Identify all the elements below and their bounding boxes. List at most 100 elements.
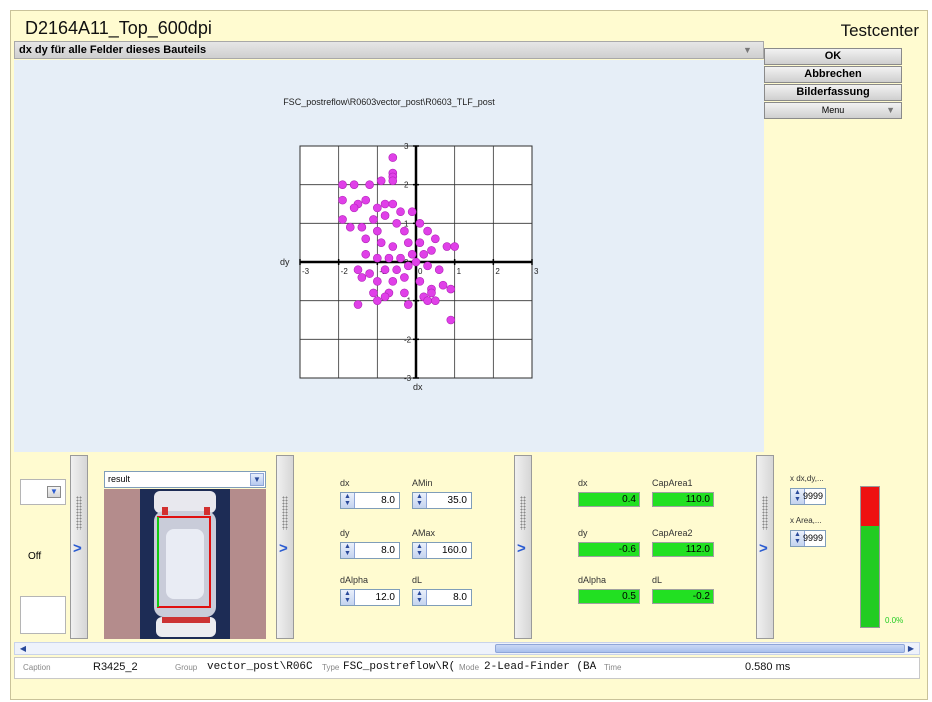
- result-dy-value: -0.6: [578, 542, 640, 557]
- data-point: [423, 296, 432, 305]
- amin-label: AMin: [412, 478, 433, 488]
- data-point: [403, 300, 413, 309]
- data-point: [388, 277, 398, 286]
- horizontal-scrollbar[interactable]: ◀ ▶: [14, 642, 920, 655]
- splitter-grip-icon: [762, 496, 768, 530]
- dy-label: dy: [340, 528, 350, 538]
- app-name: Testcenter: [840, 21, 919, 40]
- expand-icon[interactable]: >: [517, 540, 526, 557]
- expand-icon[interactable]: >: [279, 540, 288, 557]
- stepper-arrows-icon[interactable]: ▲ ▼: [341, 590, 355, 605]
- image-panel: result ▼: [104, 471, 266, 639]
- ok-button[interactable]: OK: [764, 48, 902, 65]
- parameter-panel: dx ▲ ▼ 8.0 AMin ▲ ▼ 35.0 dy ▲ ▼ 8.0 AMax ▲ ▼ 160…: [306, 464, 510, 634]
- data-point: [353, 300, 363, 309]
- dx-stepper[interactable]: ▲ ▼ 8.0: [340, 492, 400, 509]
- expand-icon[interactable]: >: [73, 540, 82, 557]
- data-point: [407, 249, 417, 259]
- data-point: [400, 288, 409, 298]
- data-point: [434, 265, 444, 275]
- mode-value: 2-Lead-Finder (BA: [484, 661, 597, 673]
- dx-label: dx: [340, 478, 350, 488]
- stepper-arrows-icon[interactable]: ▲ ▼: [413, 493, 427, 508]
- time-label: Time: [604, 663, 622, 672]
- data-point: [423, 226, 432, 236]
- bottom-panel: ▼ Off > result ▼ > dx ▲ ▼ 8.0 AMin ▲ ▼ 3…: [14, 452, 920, 642]
- left-stub-select[interactable]: ▼: [20, 479, 66, 505]
- xarea-stepper[interactable]: ▲ ▼ 9999: [790, 530, 826, 547]
- scroll-thumb[interactable]: [495, 644, 905, 653]
- data-point: [403, 238, 413, 247]
- y-tick-label: 2: [404, 181, 409, 190]
- splitter-1[interactable]: >: [70, 455, 88, 639]
- quality-bar: [860, 486, 880, 628]
- type-label: Type: [322, 663, 340, 672]
- dy-stepper[interactable]: ▲ ▼ 8.0: [340, 542, 400, 559]
- group-value: vector_post\R06C: [207, 661, 313, 673]
- stepper-arrows-icon[interactable]: ▲ ▼: [341, 493, 355, 508]
- data-point: [411, 257, 421, 267]
- chevron-down-icon[interactable]: ▼: [250, 473, 264, 486]
- image-selector[interactable]: result ▼: [104, 471, 266, 488]
- capture-button[interactable]: Bilderfassung: [764, 84, 902, 101]
- data-point: [438, 280, 448, 290]
- menu-button[interactable]: Menu ▼: [764, 102, 902, 119]
- data-point: [361, 195, 371, 205]
- stepper-arrows-icon[interactable]: ▲ ▼: [413, 590, 427, 605]
- data-point: [373, 203, 382, 213]
- x-tick-label: 1: [457, 267, 462, 276]
- amax-stepper[interactable]: ▲ ▼ 160.0: [412, 542, 472, 559]
- data-point: [423, 261, 432, 271]
- xdxdy-stepper[interactable]: ▲ ▼ 9999: [790, 488, 826, 505]
- stepper-arrows-icon[interactable]: ▲ ▼: [413, 543, 427, 558]
- time-value: 0.580 ms: [745, 661, 791, 673]
- data-point: [338, 195, 347, 205]
- result-dalpha-label: dAlpha: [578, 575, 607, 585]
- splitter-2[interactable]: >: [276, 455, 294, 639]
- dl-label: dL: [412, 575, 423, 585]
- dalpha-stepper[interactable]: ▲ ▼ 12.0: [340, 589, 400, 606]
- splitter-3[interactable]: >: [514, 455, 532, 639]
- data-point: [392, 219, 401, 228]
- menu-label: Menu: [821, 105, 845, 115]
- dl-stepper[interactable]: ▲ ▼ 8.0: [412, 589, 472, 606]
- data-point: [446, 284, 456, 294]
- x-tick-label: 0: [418, 267, 423, 276]
- data-point: [431, 234, 440, 244]
- data-point: [361, 234, 371, 244]
- chevron-down-icon[interactable]: ▼: [47, 486, 61, 498]
- data-point: [361, 249, 371, 259]
- data-point: [419, 249, 429, 259]
- amax-label: AMax: [412, 528, 436, 538]
- data-point: [396, 207, 405, 217]
- data-point: [400, 226, 409, 236]
- x-tick-label: 2: [495, 267, 500, 276]
- result-dalpha-value: 0.5: [578, 589, 640, 604]
- scroll-left-icon[interactable]: ◀: [17, 643, 29, 654]
- scroll-right-icon[interactable]: ▶: [905, 643, 917, 654]
- amin-stepper[interactable]: ▲ ▼ 35.0: [412, 492, 472, 509]
- quality-bar-pass: [861, 526, 879, 627]
- window-title: D2164A11_Top_600dpi: [25, 18, 212, 38]
- expand-icon[interactable]: >: [759, 540, 768, 557]
- data-point: [353, 265, 363, 275]
- type-value: FSC_postreflow\R(: [343, 661, 456, 673]
- stepper-arrows-icon[interactable]: ▲ ▼: [341, 543, 355, 558]
- panel-dropdown-icon[interactable]: ▼: [743, 45, 755, 55]
- cancel-button[interactable]: Abbrechen: [764, 66, 902, 83]
- group-label: Group: [175, 663, 198, 672]
- data-point: [388, 153, 398, 162]
- data-point: [365, 269, 374, 278]
- data-point: [427, 246, 436, 255]
- splitter-4[interactable]: >: [756, 455, 774, 639]
- caption-label: Caption: [23, 663, 51, 672]
- x-axis-label: dx: [413, 382, 423, 392]
- x-tick-label: 3: [534, 267, 539, 276]
- splitter-grip-icon: [520, 496, 526, 530]
- splitter-grip-icon: [76, 496, 82, 530]
- data-point: [349, 203, 359, 213]
- data-point: [442, 242, 452, 251]
- data-point: [338, 180, 347, 189]
- menu-dropdown-icon: ▼: [886, 105, 895, 115]
- caption-value: R3425_2: [93, 661, 138, 673]
